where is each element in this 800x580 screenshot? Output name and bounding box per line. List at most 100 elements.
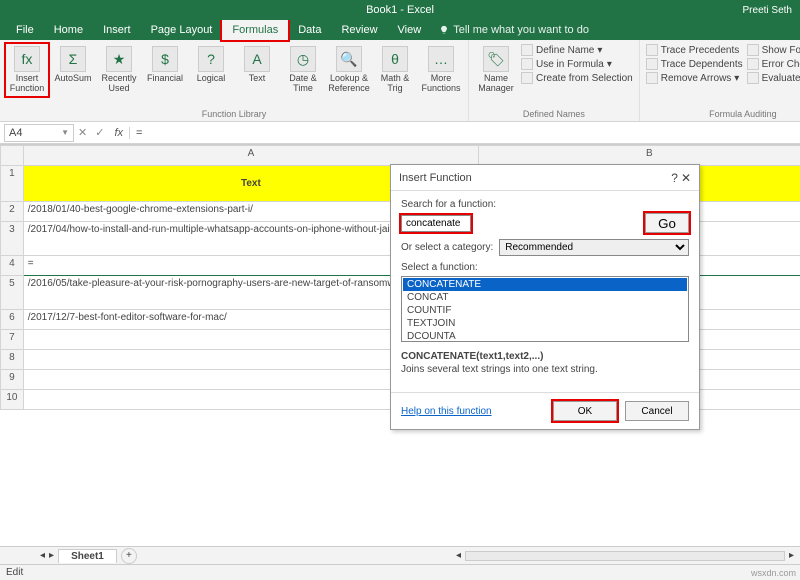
row-header[interactable]: 10 [1, 390, 24, 410]
remove-icon [646, 72, 658, 84]
tab-home[interactable]: Home [44, 20, 93, 40]
formula-input[interactable]: = [129, 127, 800, 139]
row-header[interactable]: 9 [1, 370, 24, 390]
category-select[interactable]: Recommended [499, 239, 689, 256]
group-label: Formula Auditing [646, 109, 800, 119]
row-header[interactable]: 8 [1, 350, 24, 370]
more-functions-button[interactable]: …More Functions [420, 44, 462, 96]
dialog-titlebar[interactable]: Insert Function ? ✕ [391, 165, 699, 191]
list-item[interactable]: CONCAT [403, 291, 687, 304]
question-icon: ? [198, 46, 224, 72]
tab-formulas[interactable]: Formulas [222, 20, 288, 40]
define-icon [521, 44, 533, 56]
help-link[interactable]: Help on this function [401, 406, 492, 417]
tab-view[interactable]: View [388, 20, 432, 40]
show-formulas-button[interactable]: Show Formulas [747, 44, 800, 56]
fx-icon: fx [14, 46, 40, 72]
status-mode: Edit [6, 567, 23, 578]
row-header[interactable]: 1 [1, 166, 24, 202]
go-button[interactable]: Go [645, 213, 689, 233]
define-name-button[interactable]: Define Name ▾ [521, 44, 633, 56]
sheet-tab-bar: ◂ ▸ Sheet1 + ◂▸ [0, 546, 800, 564]
app-title: Book1 - Excel [366, 4, 434, 16]
remove-arrows-button[interactable]: Remove Arrows ▾ [646, 72, 743, 84]
trace-precedents-button[interactable]: Trace Precedents [646, 44, 743, 56]
dialog-title: Insert Function [399, 172, 472, 184]
tab-data[interactable]: Data [288, 20, 331, 40]
title-bar: Book1 - Excel Preeti Seth [0, 0, 800, 20]
help-icon[interactable]: ? [671, 171, 678, 185]
col-header-a[interactable]: A [23, 146, 478, 166]
tag-icon: 🏷 [483, 46, 509, 72]
group-formula-auditing: Trace Precedents Trace Dependents Remove… [640, 40, 800, 121]
status-bar: Edit wsxdn.com [0, 564, 800, 580]
sheet-nav-next[interactable]: ▸ [49, 550, 54, 561]
math-button[interactable]: θMath & Trig [374, 44, 416, 96]
tab-page-layout[interactable]: Page Layout [141, 20, 223, 40]
horizontal-scrollbar[interactable]: ◂▸ [456, 550, 794, 561]
select-all[interactable] [1, 146, 24, 166]
close-icon[interactable]: ✕ [681, 171, 691, 185]
use-in-formula-button[interactable]: Use in Formula ▾ [521, 58, 633, 70]
text-button[interactable]: AText [236, 44, 278, 86]
use-icon [521, 58, 533, 70]
create-icon [521, 72, 533, 84]
create-from-selection-button[interactable]: Create from Selection [521, 72, 633, 84]
list-item[interactable]: TEXTJOIN [403, 317, 687, 330]
function-description: CONCATENATE(text1,text2,...) Joins sever… [401, 350, 689, 376]
chevron-down-icon: ▼ [61, 128, 69, 137]
tab-file[interactable]: File [6, 20, 44, 40]
cancel-button[interactable]: Cancel [625, 401, 689, 421]
tell-me[interactable]: Tell me what you want to do [439, 24, 589, 36]
name-box[interactable]: A4 ▼ [4, 124, 74, 142]
cancel-icon[interactable]: ✕ [78, 126, 87, 139]
recently-used-button[interactable]: ★Recently Used [98, 44, 140, 96]
error-checking-button[interactable]: Error Checking ▾ [747, 58, 800, 70]
menu-tabs: File Home Insert Page Layout Formulas Da… [0, 20, 800, 40]
function-listbox[interactable]: CONCATENATE CONCAT COUNTIF TEXTJOIN DCOU… [401, 276, 689, 342]
lookup-icon: 🔍 [336, 46, 362, 72]
name-manager-button[interactable]: 🏷Name Manager [475, 44, 517, 96]
insert-function-button[interactable]: fx Insert Function [6, 44, 48, 96]
formula-bar: A4 ▼ ✕ ✓ fx = [0, 122, 800, 144]
dependents-icon [646, 58, 658, 70]
group-function-library: fx Insert Function ΣAutoSum ★Recently Us… [0, 40, 469, 121]
row-header[interactable]: 4 [1, 256, 24, 276]
group-defined-names: 🏷Name Manager Define Name ▾ Use in Formu… [469, 40, 640, 121]
row-header[interactable]: 5 [1, 276, 24, 310]
error-icon [747, 58, 759, 70]
list-item[interactable]: DCOUNTA [403, 330, 687, 342]
date-time-button[interactable]: ◷Date & Time [282, 44, 324, 96]
lookup-button[interactable]: 🔍Lookup & Reference [328, 44, 370, 96]
fx-icon[interactable]: fx [114, 127, 123, 139]
row-header[interactable]: 7 [1, 330, 24, 350]
financial-button[interactable]: $Financial [144, 44, 186, 86]
user-name: Preeti Seth [743, 5, 792, 16]
group-label: Defined Names [475, 109, 633, 119]
list-item[interactable]: CONCATENATE [403, 278, 687, 291]
ribbon: fx Insert Function ΣAutoSum ★Recently Us… [0, 40, 800, 122]
sheet-tab[interactable]: Sheet1 [58, 549, 117, 563]
more-icon: … [428, 46, 454, 72]
trace-dependents-button[interactable]: Trace Dependents [646, 58, 743, 70]
col-header-b[interactable]: B [479, 146, 800, 166]
tab-insert[interactable]: Insert [93, 20, 141, 40]
evaluate-formula-button[interactable]: Evaluate Formula [747, 72, 800, 84]
list-item[interactable]: COUNTIF [403, 304, 687, 317]
enter-icon[interactable]: ✓ [95, 126, 104, 139]
autosum-button[interactable]: ΣAutoSum [52, 44, 94, 86]
row-header[interactable]: 2 [1, 202, 24, 222]
bulb-icon [439, 25, 449, 35]
select-function-label: Select a function: [401, 262, 689, 273]
sigma-icon: Σ [60, 46, 86, 72]
search-input[interactable] [401, 215, 471, 232]
row-header[interactable]: 3 [1, 222, 24, 256]
insert-function-dialog: Insert Function ? ✕ Search for a functio… [390, 164, 700, 430]
logical-button[interactable]: ?Logical [190, 44, 232, 86]
row-header[interactable]: 6 [1, 310, 24, 330]
text-icon: A [244, 46, 270, 72]
new-sheet-button[interactable]: + [121, 548, 137, 564]
tab-review[interactable]: Review [331, 20, 387, 40]
sheet-nav-prev[interactable]: ◂ [40, 550, 45, 561]
ok-button[interactable]: OK [553, 401, 617, 421]
